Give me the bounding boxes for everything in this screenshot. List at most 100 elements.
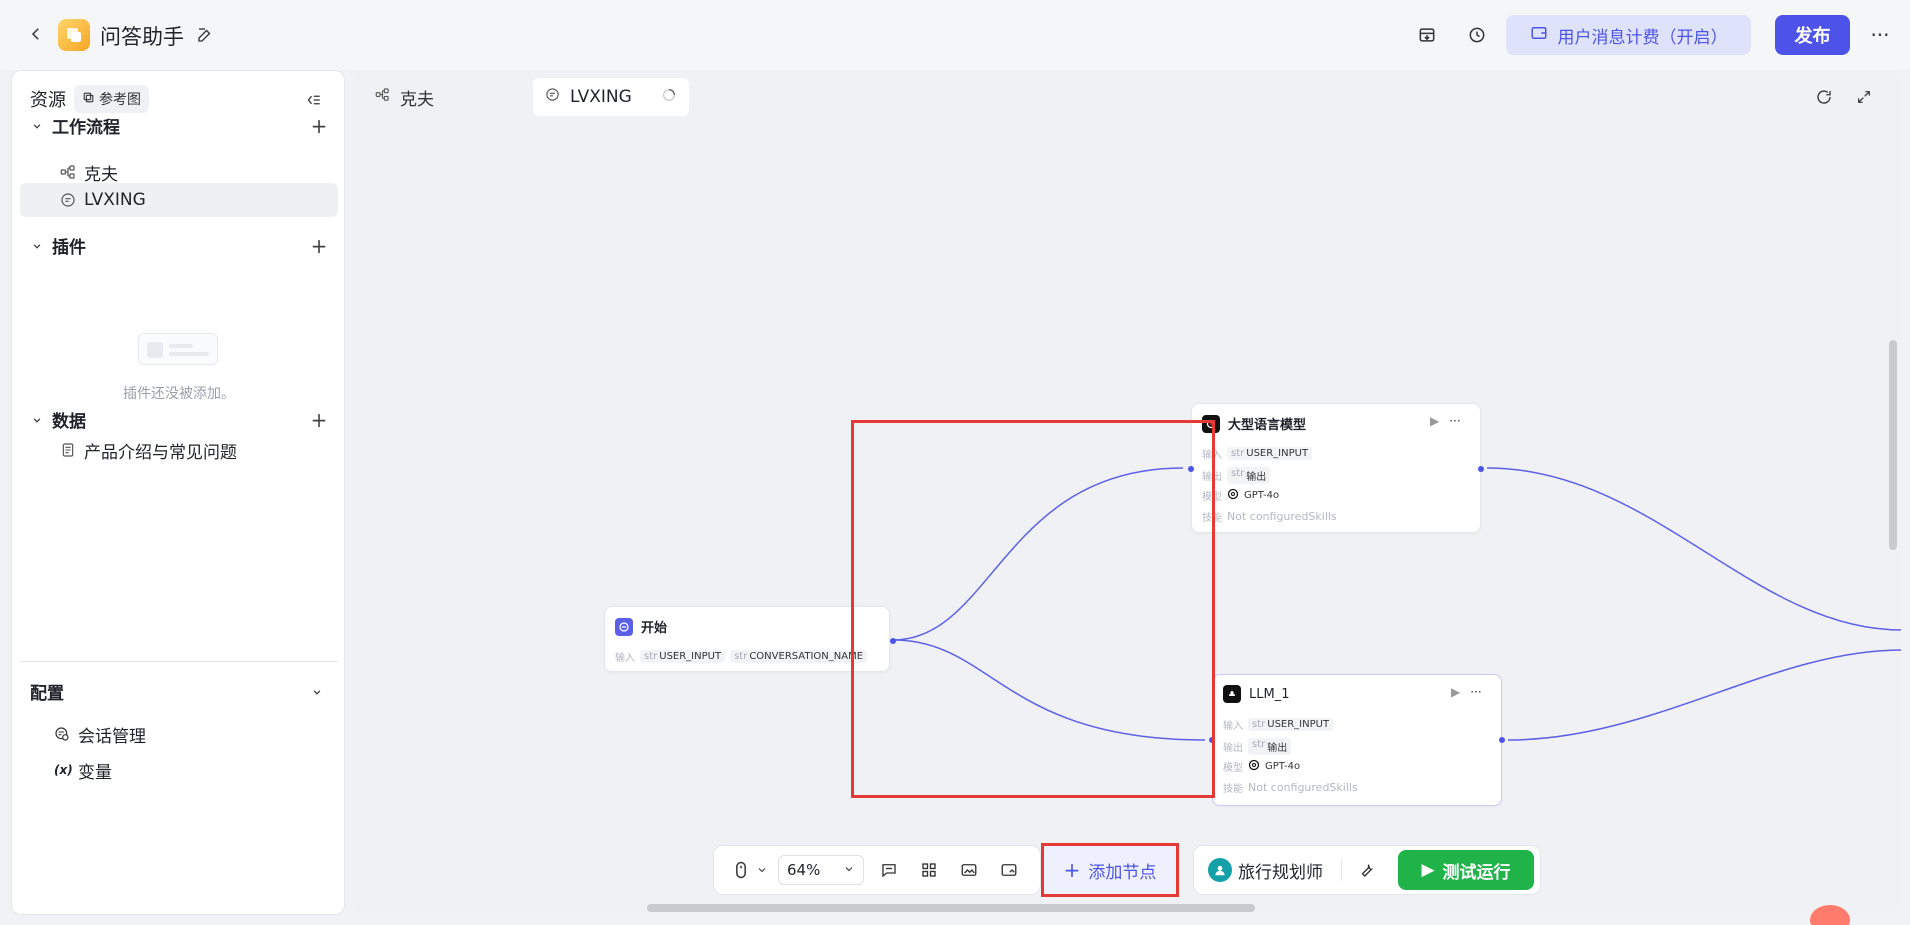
app-logo-icon — [58, 19, 90, 51]
node-skills-row: 技能 Not configuredSkills — [1223, 780, 1358, 795]
edit-icon[interactable] — [194, 24, 216, 46]
image-icon[interactable] — [954, 855, 984, 885]
sidebar-title: 资源 — [30, 90, 66, 111]
edge-llm-main-out — [1486, 467, 1901, 631]
start-node[interactable]: 开始 输入 str USER_INPUT str CONVERSATION_NAME — [604, 606, 896, 672]
output-port[interactable] — [1478, 466, 1484, 472]
chevron-down-icon — [310, 684, 326, 700]
input-tag: str CONVERSATION_NAME — [730, 650, 868, 663]
type-tag: str — [734, 651, 748, 662]
wallet-icon — [1530, 24, 1548, 47]
plus-icon: + — [1063, 858, 1081, 882]
node-skills-row: 技能 Not configuredSkills — [1202, 509, 1337, 524]
input-tag: str USER_INPUT — [1248, 718, 1334, 731]
output-value: 输出 — [1246, 472, 1267, 483]
skills-value: Not configuredSkills — [1227, 510, 1337, 523]
workflow-item-lvxing[interactable]: LVXING — [20, 183, 338, 217]
auto-layout-icon[interactable] — [914, 855, 944, 885]
node-title: LLM_1 — [1249, 686, 1290, 702]
output-port[interactable] — [1499, 737, 1505, 743]
user-message-billing-button[interactable]: 用户消息计费（开启） — [1506, 15, 1751, 55]
reference-graph-button[interactable]: 参考图 — [74, 85, 149, 113]
skills-value: Not configuredSkills — [1248, 781, 1358, 794]
wrench-icon[interactable] — [1352, 855, 1382, 885]
section-config[interactable]: 配置 — [30, 679, 330, 704]
add-plugin-icon[interactable]: + — [308, 234, 330, 258]
app-title: 问答助手 — [100, 25, 184, 49]
vertical-scrollbar[interactable] — [1889, 340, 1897, 550]
node-model-row: 模型 GPT-4o — [1223, 759, 1300, 774]
horizontal-scrollbar[interactable] — [647, 904, 1255, 912]
chevron-down-icon — [30, 118, 46, 134]
top-bar: 问答助手 用户消息计费（开启） 发布 ··· — [0, 0, 1910, 70]
test-run-button[interactable]: ▶ 测试运行 — [1398, 850, 1534, 890]
minimap-icon[interactable] — [994, 855, 1024, 885]
section-data-label: 数据 — [52, 412, 86, 432]
add-node-button[interactable]: + 添加节点 — [1044, 846, 1176, 894]
zoom-select[interactable]: 64% — [778, 855, 864, 885]
section-plugins[interactable]: 插件 + — [30, 233, 330, 258]
edge-start-to-llm-1 — [892, 639, 1206, 741]
data-item-product-faq[interactable]: 产品介绍与常见问题 — [20, 433, 338, 467]
back-arrow-icon[interactable] — [24, 22, 48, 46]
history-icon[interactable] — [1464, 22, 1490, 48]
comment-icon[interactable] — [874, 855, 904, 885]
mouse-mode-icon[interactable] — [726, 855, 756, 885]
input-key: 输入 — [1223, 721, 1243, 732]
run-node-icon[interactable]: ▶ — [1430, 414, 1439, 428]
workflow-icon — [60, 163, 78, 181]
sidebar-divider — [20, 661, 338, 662]
type-tag: str — [1252, 719, 1266, 730]
output-key: 输出 — [1202, 472, 1222, 483]
resource-sidebar: 资源 参考图 工作流程 + 克夫 LVXING 插件 + 插件还没被添加。 数据… — [11, 70, 345, 915]
reference-graph-label: 参考图 — [99, 92, 141, 108]
node-more-icon[interactable]: ··· — [1470, 685, 1481, 699]
config-item-session-management[interactable]: 会话管理 — [20, 717, 338, 751]
more-options-icon[interactable]: ··· — [1866, 22, 1894, 48]
llm-node-1[interactable]: LLM_1 ▶ ··· 输入 str USER_INPUT 输出 str 输出 模型… — [1209, 674, 1505, 806]
output-key: 输出 — [1223, 743, 1243, 754]
config-item-label: 会话管理 — [78, 726, 146, 747]
play-icon: ▶ — [1421, 860, 1435, 880]
node-header: 开始 — [615, 617, 667, 636]
input-value: USER_INPUT — [1267, 719, 1330, 730]
data-item-label: 产品介绍与常见问题 — [84, 442, 237, 463]
add-data-icon[interactable]: + — [308, 408, 330, 432]
openai-icon — [1227, 488, 1239, 503]
type-tag: str — [1231, 468, 1245, 479]
llm-node-main[interactable]: 大型语言模型 ▶ ··· 输入 str USER_INPUT 输出 str 输出 模… — [1188, 403, 1484, 533]
chevron-down-icon[interactable] — [756, 861, 768, 880]
chat-flow-icon — [60, 191, 78, 209]
add-workflow-icon[interactable]: + — [308, 114, 330, 138]
run-node-icon[interactable]: ▶ — [1451, 685, 1460, 699]
input-port[interactable] — [1188, 466, 1194, 472]
publish-button[interactable]: 发布 — [1775, 15, 1850, 55]
section-workflow[interactable]: 工作流程 + — [30, 113, 330, 138]
node-output-row: 输出 str 输出 — [1223, 738, 1292, 755]
output-tag: str 输出 — [1248, 738, 1292, 755]
chevron-down-icon — [30, 238, 46, 254]
node-title: 大型语言模型 — [1228, 418, 1307, 433]
section-data[interactable]: 数据 + — [30, 407, 330, 432]
node-input-row: 输入 str USER_INPUT — [1223, 717, 1334, 732]
node-more-icon[interactable]: ··· — [1449, 414, 1460, 428]
section-plugins-label: 插件 — [52, 238, 86, 258]
node-model-row: 模型 GPT-4o — [1202, 488, 1279, 503]
copy-icon — [82, 91, 95, 108]
type-tag: str — [1231, 448, 1245, 459]
node-controls: ▶ ··· — [1430, 414, 1461, 428]
persona-selector[interactable]: 旅行规划师 — [1208, 858, 1323, 883]
config-item-variables[interactable]: (x) 变量 — [20, 753, 338, 787]
output-port[interactable] — [890, 638, 896, 644]
workflow-canvas[interactable]: 克夫 LVXING 开始 输入 str USER_INPUT str CONVE… — [353, 70, 1901, 915]
type-tag: str — [1252, 739, 1266, 750]
input-key: 输入 — [615, 653, 635, 664]
input-port[interactable] — [1209, 737, 1215, 743]
model-key: 模型 — [1202, 492, 1222, 503]
config-item-label: 变量 — [78, 762, 112, 783]
sidebar-header: 资源 参考图 — [30, 85, 149, 113]
collapse-sidebar-icon[interactable] — [302, 89, 324, 111]
node-inputs-row: 输入 str USER_INPUT str CONVERSATION_NAME — [615, 649, 868, 664]
archive-icon[interactable] — [1414, 22, 1440, 48]
skills-key: 技能 — [1223, 784, 1243, 795]
